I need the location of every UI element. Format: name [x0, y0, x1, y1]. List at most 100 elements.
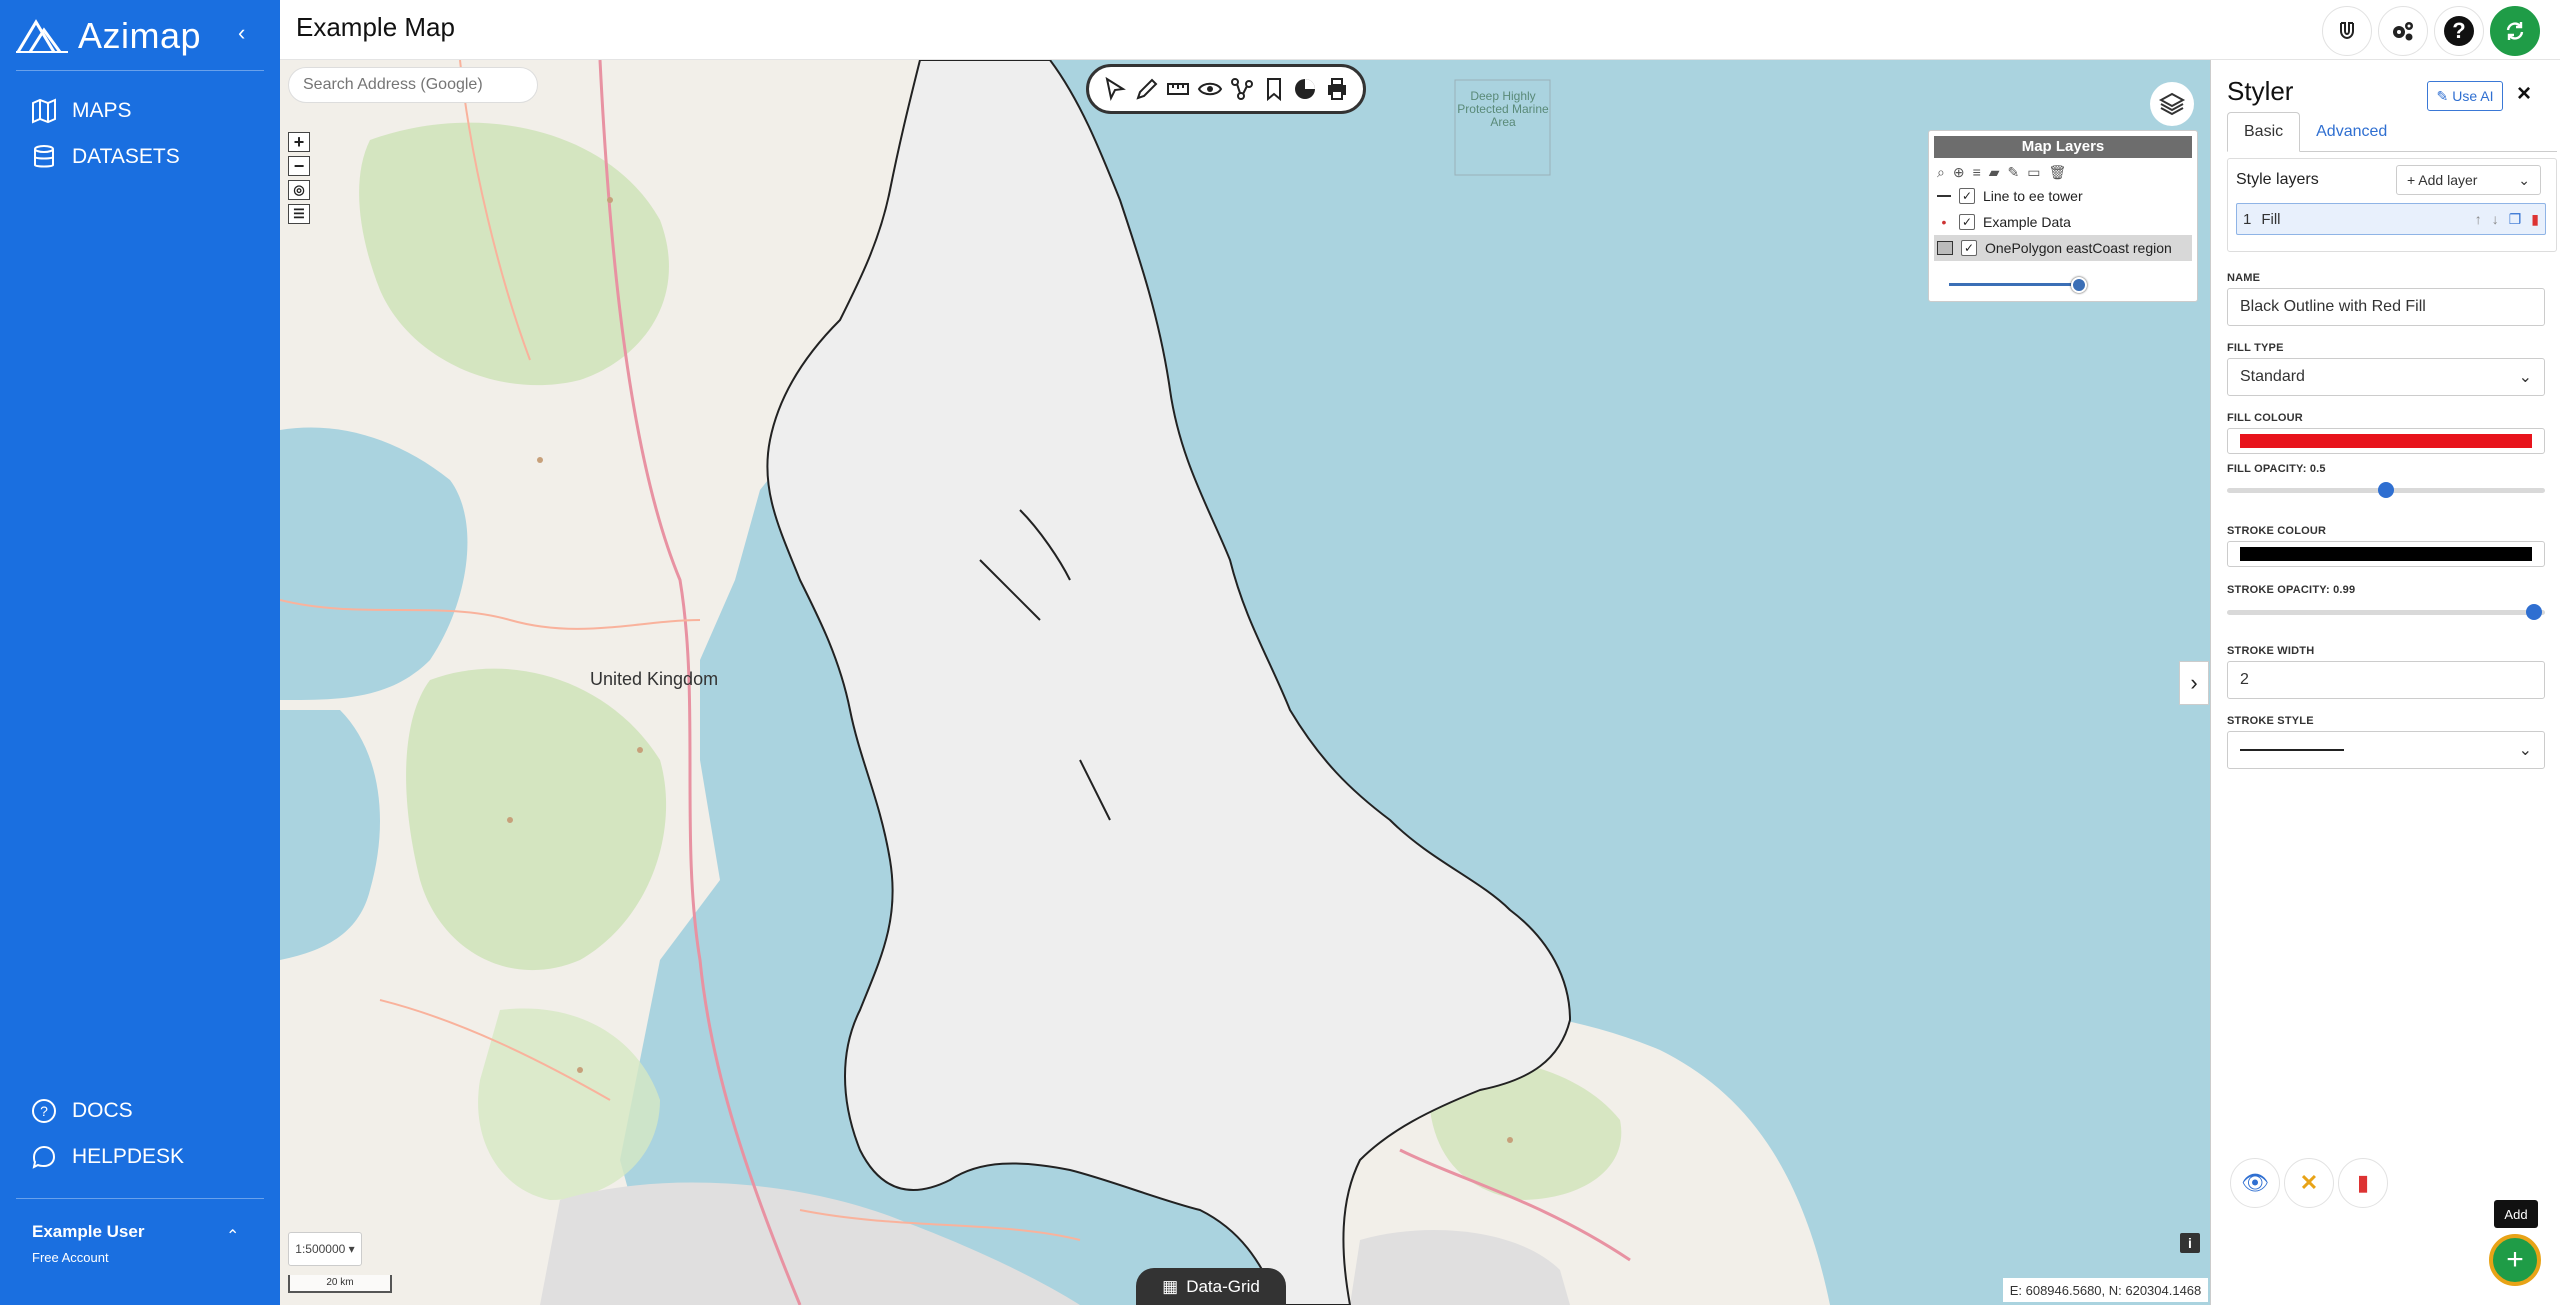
scale-value: 1:500000 [295, 1242, 346, 1256]
tab-basic[interactable]: Basic [2227, 112, 2301, 152]
close-icon[interactable]: × [2517, 80, 2531, 108]
stroke-opacity-slider[interactable] [2227, 610, 2545, 615]
app: Azimap ‹ MAPS DATASETS ? DOCS HELPDESK E… [0, 0, 2560, 1305]
layer-row[interactable]: • ✓ Example Data [1929, 209, 2197, 235]
scale-select[interactable]: 1:500000 ▾ [288, 1232, 362, 1266]
cancel-button[interactable]: ✕ [2284, 1158, 2334, 1208]
select-tool[interactable] [1100, 74, 1130, 104]
address-search-input[interactable] [288, 67, 538, 103]
layer-visibility-checkbox[interactable]: ✓ [1959, 214, 1975, 230]
map-canvas[interactable]: United Kingdom Deep Highly Protected Mar… [280, 60, 2210, 1305]
nav-label-datasets: DATASETS [72, 145, 180, 168]
chat-icon [32, 1145, 56, 1169]
copy-icon[interactable]: ❐ [2509, 211, 2522, 228]
brand[interactable]: Azimap [16, 12, 201, 60]
point-symbol-icon: • [1941, 214, 1947, 230]
stack-icon[interactable]: ≡ [1973, 164, 1981, 181]
layer-opacity-slider-handle[interactable] [2071, 277, 2087, 293]
layers-panel-title: Map Layers [1934, 136, 2192, 158]
layer-visibility-checkbox[interactable]: ✓ [1959, 188, 1975, 204]
arrow-down-icon[interactable]: ↓ [2492, 211, 2499, 228]
expand-panel-chevron-icon[interactable]: › [2179, 661, 2209, 705]
add-layer-dropdown[interactable]: + Add layer ⌄ [2396, 165, 2541, 195]
fill-colour-swatch [2240, 434, 2532, 448]
stroke-colour-picker[interactable] [2227, 541, 2545, 567]
layer-opacity-slider[interactable] [1949, 283, 2077, 286]
brand-name: Azimap [78, 15, 202, 56]
layer-row-selected[interactable]: ✓ OnePolygon eastCoast region [1934, 235, 2192, 261]
stroke-colour-label: STROKE COLOUR [2227, 525, 2327, 537]
nav-item-docs[interactable]: ? DOCS [30, 1097, 133, 1125]
fill-opacity-slider-handle[interactable] [2378, 482, 2394, 498]
nav-item-maps[interactable]: MAPS [30, 97, 132, 125]
coordinate-readout: E: 608946.5680, N: 620304.1468 [2003, 1278, 2208, 1302]
delete-button[interactable]: ▮ [2338, 1158, 2388, 1208]
stroke-style-select[interactable]: ⌄ [2227, 731, 2545, 769]
layer-row[interactable]: ✓ Line to ee tower [1929, 183, 2197, 209]
preview-button[interactable]: 👁 [2230, 1158, 2280, 1208]
add-circle-icon[interactable]: ⊕ [1953, 164, 1965, 181]
refresh-button[interactable] [2490, 6, 2540, 56]
comment-icon[interactable]: ▭ [2027, 164, 2040, 181]
info-icon[interactable]: i [2180, 1233, 2200, 1253]
stroke-width-field[interactable]: 2 [2227, 661, 2545, 699]
wrench-icon[interactable]: ✎ [2008, 164, 2020, 181]
fill-opacity-label: FILL OPACITY: 0.5 [2227, 463, 2326, 475]
database-icon [34, 145, 54, 168]
user-menu-chevron-icon[interactable]: ⌃ [226, 1226, 239, 1246]
header: Example Map ? [280, 0, 2560, 60]
legend-button[interactable]: ☰ [288, 204, 310, 224]
map-icon [32, 98, 56, 124]
bookmark-tool[interactable] [1259, 74, 1289, 104]
style-layer-index: 1 [2243, 210, 2252, 228]
layers-toggle-button[interactable] [2150, 82, 2194, 126]
name-value: Black Outline with Red Fill [2240, 298, 2426, 315]
refresh-icon [2506, 22, 2524, 40]
stroke-opacity-slider-handle[interactable] [2525, 604, 2542, 620]
globe-button[interactable]: ◎ [288, 180, 310, 200]
measure-tool[interactable] [1163, 74, 1193, 104]
line-symbol-icon [1937, 195, 1951, 197]
map-layers-panel: Map Layers ⌕ ⊕ ≡ ▰ ✎ ▭ 🗑 ✓ Line to ee to… [1928, 130, 2198, 302]
azimap-logo-icon [16, 19, 68, 53]
help-button[interactable]: ? [2434, 6, 2484, 56]
analysis-tool[interactable] [1227, 74, 1257, 104]
magnet-button[interactable] [2322, 6, 2372, 56]
fill-type-select[interactable]: Standard ⌄ [2227, 358, 2545, 396]
stroke-colour-swatch [2240, 547, 2532, 561]
name-field[interactable]: Black Outline with Red Fill [2227, 288, 2545, 326]
zoom-out-button[interactable]: − [288, 156, 310, 176]
view-tool[interactable] [1195, 74, 1225, 104]
data-grid-label: Data-Grid [1186, 1276, 1260, 1296]
settings-button[interactable] [2378, 6, 2428, 56]
layer-visibility-checkbox[interactable]: ✓ [1961, 240, 1977, 256]
user-account[interactable]: Example User Free Account [32, 1222, 144, 1265]
data-grid-button[interactable]: ▦ Data-Grid [1136, 1268, 1286, 1305]
style-layers-box: Style layers + Add layer ⌄ 1 Fill ↑ ↓ ❐ … [2227, 158, 2557, 252]
print-tool[interactable] [1322, 74, 1352, 104]
solid-line-icon [2240, 749, 2344, 751]
draw-tool[interactable] [1132, 74, 1162, 104]
styler-title: Styler [2227, 76, 2294, 106]
stroke-opacity-label: STROKE OPACITY: 0.99 [2227, 584, 2356, 596]
trash-icon[interactable]: ▮ [2531, 211, 2539, 228]
tab-advanced[interactable]: Advanced [2300, 112, 2403, 152]
bookmark-icon [1266, 78, 1281, 102]
add-button[interactable]: + [2489, 1234, 2541, 1286]
style-layer-name: Fill [2261, 210, 2281, 228]
search-icon[interactable]: ⌕ [1937, 164, 1945, 181]
pencil-icon: ✎ [2436, 87, 2449, 104]
trash-icon[interactable]: 🗑 [2049, 164, 2067, 181]
nav-item-helpdesk[interactable]: HELPDESK [30, 1143, 184, 1171]
fill-colour-picker[interactable] [2227, 428, 2545, 454]
chart-tool[interactable] [1290, 74, 1320, 104]
zoom-in-button[interactable]: + [288, 132, 310, 152]
folder-icon[interactable]: ▰ [1989, 164, 2000, 181]
eye-icon: 👁 [2241, 1170, 2269, 1195]
style-layer-row[interactable]: 1 Fill ↑ ↓ ❐ ▮ [2236, 203, 2546, 235]
use-ai-button[interactable]: ✎ Use AI [2427, 81, 2503, 111]
nav-item-datasets[interactable]: DATASETS [30, 143, 180, 171]
collapse-sidebar-icon[interactable]: ‹ [238, 20, 245, 46]
use-ai-label: Use AI [2452, 88, 2494, 104]
arrow-up-icon[interactable]: ↑ [2475, 211, 2482, 228]
